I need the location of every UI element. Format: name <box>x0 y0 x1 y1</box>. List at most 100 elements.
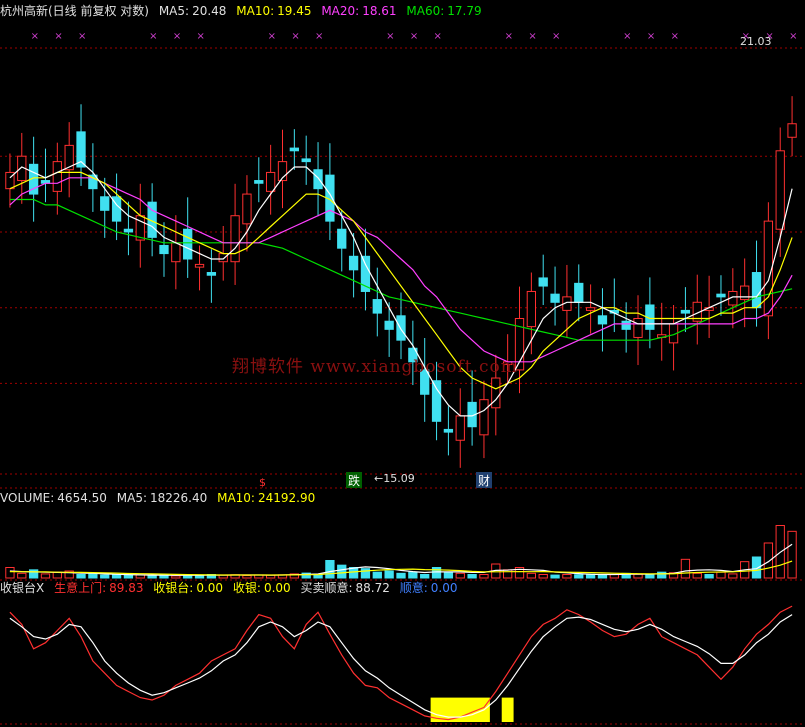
volume-bar <box>5 567 15 579</box>
x-marker: × <box>552 31 560 42</box>
volume-bar <box>384 570 394 579</box>
volume-ma5-line <box>9 543 793 576</box>
candle-body <box>372 299 382 314</box>
volume-bar <box>360 568 371 579</box>
x-marker: × <box>505 31 513 42</box>
x-marker: × <box>268 31 276 42</box>
watermark: 翔博软件 www.xiangbosoft.com <box>232 357 518 377</box>
candlesticks <box>5 96 797 468</box>
candle-body <box>396 315 406 341</box>
volume-bar <box>337 564 347 579</box>
candle-body <box>183 228 193 260</box>
volume-bar <box>420 574 430 579</box>
volume-bar <box>538 574 548 579</box>
x-marker: × <box>149 31 157 42</box>
volume-bar <box>633 573 643 579</box>
volume-bar <box>147 575 157 579</box>
candle-body <box>289 147 299 152</box>
candle-body <box>431 380 442 422</box>
x-marker: × <box>291 31 299 42</box>
x-marker: × <box>671 31 679 42</box>
volume-bar <box>431 567 442 579</box>
volume-bar <box>28 569 39 579</box>
indicator-white-line <box>9 614 793 718</box>
volume-bar <box>692 572 702 579</box>
volume-bar <box>787 530 797 579</box>
high-price-label: 21.03 <box>740 35 772 48</box>
candle-body <box>680 309 691 314</box>
candle-body <box>621 320 631 330</box>
signal-bar <box>501 697 514 722</box>
candle-body <box>716 293 726 298</box>
ma5-line <box>9 160 793 417</box>
volume-bar <box>574 574 584 579</box>
candle-body <box>52 161 62 192</box>
candle-body <box>775 150 785 230</box>
x-marker: × <box>315 31 323 42</box>
x-marker: × <box>173 31 181 42</box>
candle-body <box>301 158 311 163</box>
volume-bar <box>396 572 406 579</box>
volume-bar <box>562 574 572 579</box>
volume-bar <box>526 572 537 579</box>
volume-bar <box>716 571 726 579</box>
volume-bar <box>17 572 27 579</box>
marker-dollar: $ <box>259 476 266 489</box>
volume-bars <box>5 525 797 579</box>
candle-body <box>265 171 276 192</box>
volume-bar <box>645 574 655 579</box>
candle-body <box>740 285 750 301</box>
volume-bar <box>325 560 335 579</box>
x-marker: × <box>789 31 797 42</box>
candle-body <box>479 399 489 436</box>
volume-bar <box>408 571 418 579</box>
x-marker: × <box>54 31 62 42</box>
x-marker: × <box>528 31 536 42</box>
marker-die: 跌 <box>348 473 360 488</box>
candle-body <box>751 272 762 309</box>
candle-body <box>443 428 454 433</box>
x-marker: × <box>386 31 394 42</box>
candle-body <box>585 307 596 311</box>
volume-bar <box>680 558 691 579</box>
volume-bar <box>242 575 252 579</box>
volume-bar <box>657 571 667 579</box>
volume-bar <box>76 574 86 579</box>
indicator-red-line <box>9 605 793 721</box>
candle-body <box>206 272 217 276</box>
candle-body <box>348 255 359 271</box>
candle-body <box>242 193 252 225</box>
candle-body <box>384 320 394 330</box>
x-marker: × <box>410 31 418 42</box>
x-marker: × <box>623 31 631 42</box>
grid-lines <box>0 47 805 725</box>
candle-body <box>123 228 134 233</box>
candle-body <box>159 244 169 255</box>
x-marker: × <box>434 31 442 42</box>
candle-body <box>597 315 608 325</box>
volume-bar <box>111 574 122 579</box>
candle-body <box>550 293 560 303</box>
volume-bar <box>171 575 181 579</box>
candle-body <box>526 290 537 328</box>
candle-body <box>574 282 584 303</box>
volume-bar <box>372 571 382 579</box>
volume-bar <box>550 574 560 579</box>
candle-body <box>171 242 181 263</box>
volume-bar <box>100 574 110 579</box>
volume-bar <box>443 571 454 579</box>
candle-body <box>194 263 205 268</box>
low-price-label: ←15.09 <box>374 472 415 485</box>
volume-bar <box>763 542 774 579</box>
volume-bar <box>467 574 477 579</box>
candle-body <box>254 180 264 184</box>
candle-body <box>100 196 110 211</box>
candle-body <box>455 415 465 441</box>
volume-bar <box>40 573 51 579</box>
candle-body <box>491 377 501 409</box>
volume-bar <box>704 574 714 579</box>
volume-bar <box>455 572 465 579</box>
x-marker: × <box>78 31 86 42</box>
volume-bar <box>503 569 513 579</box>
volume-bar <box>479 574 489 579</box>
